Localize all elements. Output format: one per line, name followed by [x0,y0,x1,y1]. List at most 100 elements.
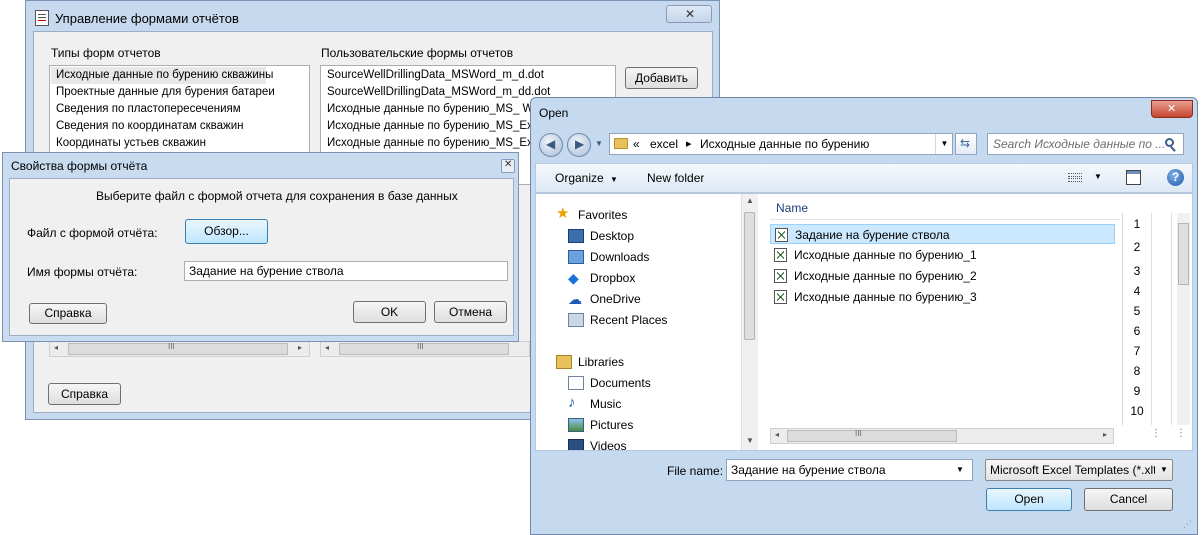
preview-hscroll-mark: ⋮ [1151,428,1161,439]
search-placeholder: Search Исходные данные по ... [993,137,1166,151]
forward-button[interactable]: ▶ [567,133,591,157]
instruction-text: Выберите файл с формой отчета для сохран… [96,189,458,203]
row-number: 8 [1133,364,1141,378]
row-number: 7 [1133,344,1141,358]
list-item[interactable]: Проектные данные для бурения батареи [50,84,309,101]
close-button[interactable]: ✕ [666,5,712,23]
search-box[interactable]: Search Исходные данные по ... [987,133,1184,155]
organize-menu[interactable]: Organize ▼ [555,171,618,185]
user-forms-label: Пользовательские формы отчетов [321,46,514,60]
row-number: 3 [1133,264,1141,278]
music-icon: ♪ [568,394,576,411]
props-help-button[interactable]: Справка [29,303,107,324]
videos-icon [568,439,584,450]
refresh-icon: ⇆ [960,136,971,150]
back-button[interactable]: ◀ [539,133,563,157]
dropbox-icon: ◆ [568,270,579,286]
downloads-icon [568,250,584,264]
types-label: Типы форм отчетов [51,46,161,60]
file-item[interactable]: Исходные данные по бурению_3 [770,287,1115,307]
browse-button[interactable]: Обзор... [185,219,268,244]
user-forms-list-hscroll[interactable]: ◂ III [320,341,530,357]
view-options-icon[interactable] [1068,172,1082,184]
column-header-name[interactable]: Name [776,201,808,215]
breadcrumb-separator[interactable]: ▸ [686,137,692,150]
close-icon: ✕ [504,159,513,170]
row-number: 9 [1133,384,1141,398]
help-icon[interactable]: ? [1167,169,1184,186]
breadcrumb-excel[interactable]: excel [650,137,678,151]
refresh-button[interactable]: ⇆ [955,133,977,155]
navigation-pane: ★ Favorites Desktop Downloads ◆ Dropbox … [536,194,758,450]
star-icon: ★ [556,205,570,222]
command-toolbar: Organize ▼ New folder ▼ ? [535,163,1193,193]
list-item[interactable]: Координаты устьев скважин [50,135,309,152]
file-list-hscroll[interactable]: ◂ III ▸ [770,428,1114,444]
main-help-button[interactable]: Справка [48,383,121,405]
form-name-input[interactable]: Задание на бурение ствола [184,261,508,281]
file-item-selected[interactable]: Задание на бурение ствола [770,224,1115,244]
row-number: 1 [1133,217,1141,231]
file-name-label: File name: [667,464,724,478]
libraries-icon [556,355,572,369]
forward-arrow-icon: ▶ [575,137,585,151]
window-title: Управление формами отчётов [55,11,239,26]
chevron-down-icon[interactable]: ▼ [1094,172,1102,181]
file-label: Файл с формой отчёта: [27,226,158,240]
cancel-button[interactable]: Отмена [434,301,507,323]
cancel-button[interactable]: Cancel [1084,488,1173,511]
sort-chevron-icon: ⌃ [950,193,957,199]
row-number: 10 [1130,404,1144,418]
list-item[interactable]: Исходные данные по бурению скважины [51,67,273,84]
ok-button[interactable]: OK [353,301,426,323]
open-file-dialog: Open ✕ ◀ ▶ ▼ « excel ▸ Исходные данные п… [530,97,1198,535]
recent-locations-dropdown[interactable]: ▼ [595,139,603,148]
close-icon: ✕ [1167,103,1177,115]
row-number: 2 [1133,240,1141,254]
breadcrumb-current-folder[interactable]: Исходные данные по бурению [700,137,869,151]
chevron-down-icon: ▼ [610,175,618,184]
scroll-grip: III [417,342,424,351]
excel-template-icon [775,228,788,242]
pictures-icon [568,418,584,432]
file-type-value: Microsoft Excel Templates (*.xlt [990,463,1155,477]
search-icon [1165,138,1174,147]
types-list-hscroll[interactable]: ◂ III ▸ [49,341,310,357]
close-icon: ✕ [685,7,696,21]
form-properties-dialog: Свойства формы отчёта ✕ Выберите файл с … [2,152,519,342]
breadcrumb-overflow[interactable]: « [633,137,640,151]
chevron-down-icon[interactable]: ▼ [956,465,964,474]
list-item[interactable]: SourceWellDrillingData_MSWord_m_d.dot [321,67,615,84]
file-item[interactable]: Исходные данные по бурению_1 [770,245,1115,265]
back-arrow-icon: ◀ [546,137,556,151]
organize-label: Organize [555,171,604,185]
recent-places-icon [568,313,584,327]
row-number: 6 [1133,324,1141,338]
name-label: Имя формы отчёта: [27,265,138,279]
preview-pane: 1 2 3 4 5 6 7 8 9 10 [1122,213,1178,425]
resize-grip[interactable]: ⋰ [1183,519,1192,530]
chevron-down-icon[interactable]: ▼ [1160,465,1168,474]
open-button[interactable]: Open [986,488,1072,511]
close-button[interactable]: ✕ [1151,100,1193,118]
address-dropdown-arrow[interactable]: ▼ [935,134,953,154]
close-button[interactable]: ✕ [501,159,515,173]
file-item[interactable]: Исходные данные по бурению_2 [770,266,1115,286]
preview-pane-icon[interactable] [1126,170,1141,185]
list-item[interactable]: Сведения по пластопересечениям [50,101,309,118]
address-bar[interactable]: « excel ▸ Исходные данные по бурению ▼ [609,133,953,155]
list-item[interactable]: Сведения по координатам скважин [50,118,309,135]
add-button[interactable]: Добавить [625,67,698,89]
new-folder-button[interactable]: New folder [647,171,704,185]
props-client-area: Выберите файл с формой отчета для сохран… [9,178,514,336]
row-number: 5 [1133,304,1141,318]
preview-vscroll[interactable] [1177,213,1190,425]
file-name-value: Задание на бурение ствола [731,463,886,477]
file-type-select[interactable]: Microsoft Excel Templates (*.xlt ▼ [985,459,1173,481]
nav-vscroll[interactable]: ▲ ▼ [741,194,758,450]
file-name-combobox[interactable]: Задание на бурение ствола ▼ [726,459,973,481]
folder-icon [614,138,628,149]
dialog-title: Open [539,106,569,120]
open-dialog-body: ★ Favorites Desktop Downloads ◆ Dropbox … [535,193,1193,451]
excel-template-icon [774,269,787,283]
